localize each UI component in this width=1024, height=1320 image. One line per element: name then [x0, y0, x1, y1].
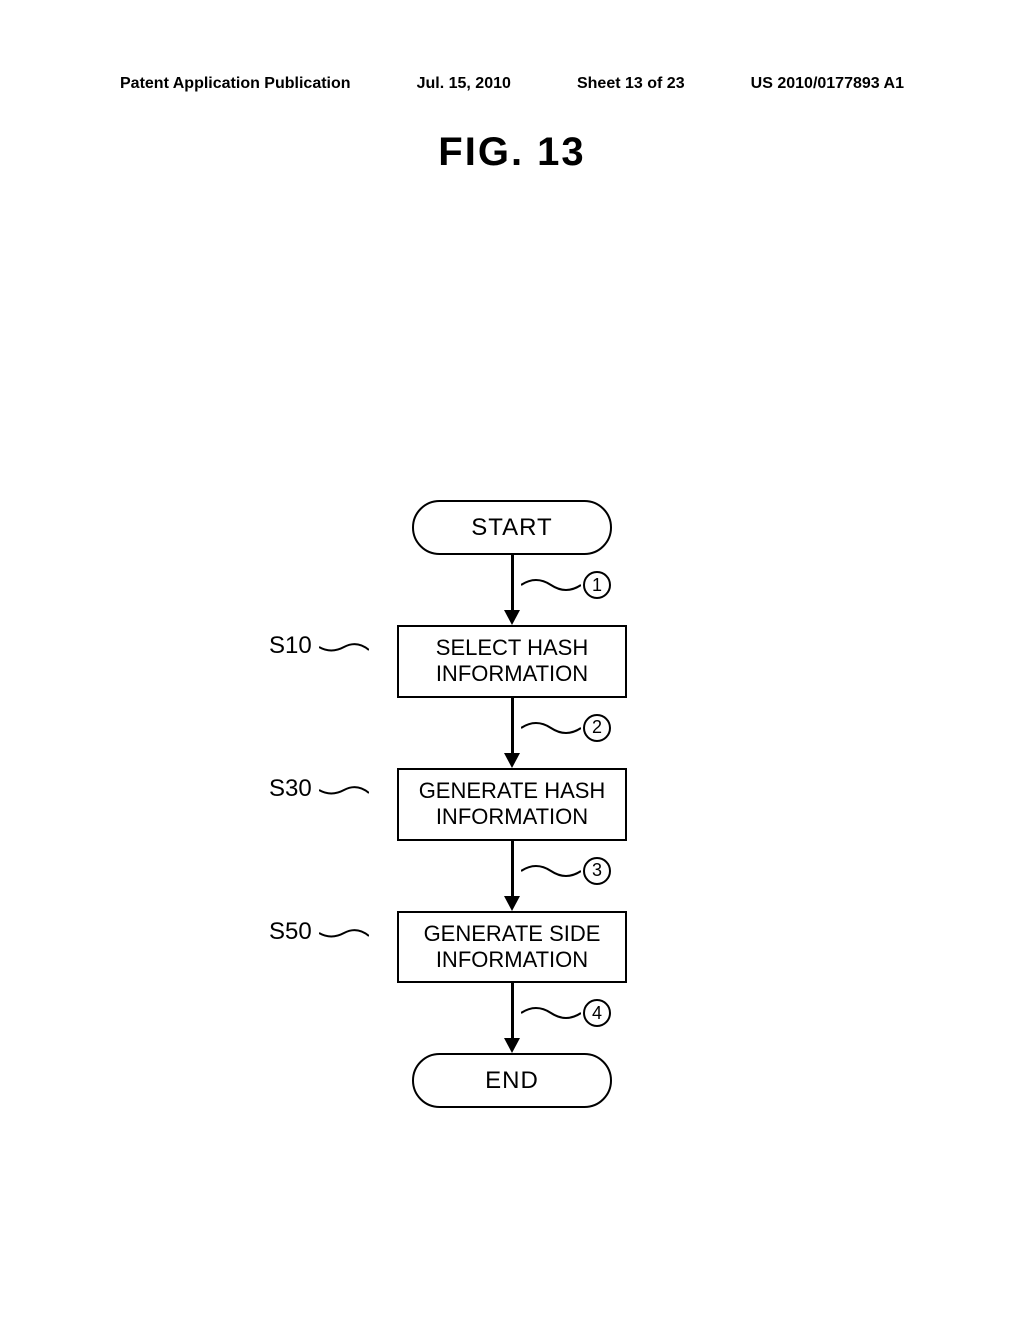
end-terminal: END — [412, 1053, 612, 1108]
connector-squiggle-4 — [521, 1003, 581, 1023]
process-s30-line1: GENERATE HASH — [419, 778, 606, 804]
start-terminal: START — [412, 500, 612, 555]
date-label: Jul. 15, 2010 — [417, 75, 511, 93]
connector-1: 1 — [583, 571, 611, 599]
arrow-3: 3 — [511, 841, 513, 911]
process-s30: GENERATE HASH INFORMATION S30 — [397, 768, 627, 841]
page-header: Patent Application Publication Jul. 15, … — [0, 75, 1024, 93]
label-squiggle-s50 — [319, 928, 369, 943]
connector-4: 4 — [583, 999, 611, 1027]
process-s30-line2: INFORMATION — [436, 804, 588, 830]
process-s10-line2: INFORMATION — [436, 661, 588, 687]
arrow-4: 4 — [511, 983, 513, 1053]
arrow-1: 1 — [511, 555, 513, 625]
flowchart-container: START 1 SELECT HASH INFORMATION S10 2 GE… — [397, 500, 627, 1108]
process-s10-line1: SELECT HASH — [436, 635, 588, 661]
process-s50-line2: INFORMATION — [436, 947, 588, 973]
publication-label: Patent Application Publication — [120, 75, 351, 93]
process-s50: GENERATE SIDE INFORMATION S50 — [397, 911, 627, 984]
connector-squiggle-3 — [521, 861, 581, 881]
step-label-s30: S30 — [269, 775, 312, 804]
connector-3: 3 — [583, 857, 611, 885]
label-squiggle-s10 — [319, 642, 369, 657]
patent-number: US 2010/0177893 A1 — [751, 75, 904, 93]
step-label-s10: S10 — [269, 632, 312, 661]
process-s50-line1: GENERATE SIDE — [424, 921, 601, 947]
arrow-2: 2 — [511, 698, 513, 768]
process-s10: SELECT HASH INFORMATION S10 — [397, 625, 627, 698]
connector-squiggle-1 — [521, 575, 581, 595]
sheet-label: Sheet 13 of 23 — [577, 75, 685, 93]
start-label: START — [471, 514, 552, 542]
step-label-s50: S50 — [269, 918, 312, 947]
connector-2: 2 — [583, 714, 611, 742]
connector-squiggle-2 — [521, 718, 581, 738]
label-squiggle-s30 — [319, 785, 369, 800]
end-label: END — [485, 1067, 539, 1095]
figure-title: FIG. 13 — [0, 130, 1024, 175]
